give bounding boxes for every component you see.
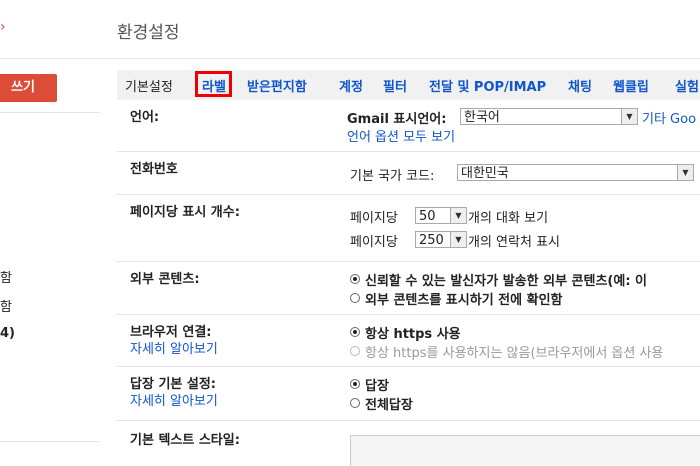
https-not-always-radio[interactable] <box>350 346 360 356</box>
tab-general[interactable]: 기본설정 <box>125 76 173 95</box>
text-style-toolbar <box>350 435 700 466</box>
conversations-per-page-select[interactable]: 50 ▼ <box>415 207 467 224</box>
external-content-always-radio[interactable] <box>350 274 360 284</box>
dropdown-arrow-icon: ▼ <box>677 165 693 180</box>
tab-accounts[interactable]: 계정 <box>339 76 363 95</box>
reply-all-radio[interactable] <box>350 398 360 408</box>
row-label: 외부 콘텐츠: <box>130 272 200 287</box>
setting-row-browser-connection: 브라우저 연결: 자세히 알아보기 항상 https 사용 항상 https를 … <box>117 315 700 367</box>
tab-webclips[interactable]: 웹클립 <box>613 76 649 95</box>
dropdown-arrow-icon: ▼ <box>450 208 466 223</box>
logo-fragment: › <box>0 19 6 35</box>
header-divider <box>0 58 700 59</box>
conversations-suffix: 개의 대화 보기 <box>468 211 549 226</box>
tab-filters[interactable]: 필터 <box>383 76 407 95</box>
setting-row-language: 언어: Gmail 표시언어: 한국어 ▼ 기타 Goo 언어 옵션 모두 보기 <box>117 100 700 152</box>
tab-labels[interactable]: 라벨 <box>202 76 226 95</box>
tab-chat[interactable]: 채팅 <box>568 76 592 95</box>
sidebar-divider <box>0 441 100 442</box>
https-always-radio[interactable] <box>350 327 360 337</box>
external-content-option2: 외부 콘텐츠를 표시하기 전에 확인함 <box>365 293 563 308</box>
reply-learn-more-link[interactable]: 자세히 알아보기 <box>130 390 218 409</box>
setting-row-phone: 전화번호 기본 국가 코드: 대한민국 ▼ <box>117 152 700 195</box>
compose-button[interactable]: 쓰기 <box>0 74 57 102</box>
language-select[interactable]: 한국어 ▼ <box>460 108 638 125</box>
tab-labs[interactable]: 실험 <box>675 76 699 95</box>
setting-row-page-size: 페이지당 표시 개수: 페이지당 50 ▼ 개의 대화 보기 페이지당 250 … <box>117 195 700 262</box>
settings-tabs: 기본설정 라벨 받은편지함 계정 필터 전달 및 POP/IMAP 채팅 웹클립… <box>117 70 700 100</box>
country-code-label: 기본 국가 코드: <box>350 169 435 184</box>
row-label: 기본 텍스트 스타일: <box>130 433 240 448</box>
all-language-options-link[interactable]: 언어 옵션 모두 보기 <box>347 126 455 145</box>
browser-connection-learn-more-link[interactable]: 자세히 알아보기 <box>130 338 218 357</box>
reply-option1: 답장 <box>365 379 389 394</box>
sidebar-item[interactable]: 함 <box>0 296 30 315</box>
gmail-language-label: Gmail 표시언어: <box>347 112 447 127</box>
page-size-prefix: 페이지당 <box>350 211 398 226</box>
contacts-suffix: 개의 연락처 표시 <box>468 235 560 250</box>
tab-inbox[interactable]: 받은편지함 <box>247 76 307 95</box>
sidebar-item[interactable]: 4) <box>0 326 30 341</box>
https-option1: 항상 https 사용 <box>365 327 461 342</box>
reply-option2: 전체답장 <box>365 398 413 413</box>
conversations-value: 50 <box>419 209 436 224</box>
country-select-value: 대한민국 <box>461 166 509 181</box>
dropdown-arrow-icon: ▼ <box>621 109 637 124</box>
setting-row-external-content: 외부 콘텐츠: 신뢰할 수 있는 발신자가 발송한 외부 콘텐츠(예: 이 외부… <box>117 262 700 315</box>
tab-forwarding[interactable]: 전달 및 POP/IMAP <box>429 76 546 95</box>
sidebar-divider <box>0 112 100 113</box>
page-size-prefix: 페이지당 <box>350 235 398 250</box>
contacts-per-page-select[interactable]: 250 ▼ <box>415 231 467 248</box>
setting-row-reply-default: 답장 기본 설정: 자세히 알아보기 답장 전체답장 <box>117 367 700 421</box>
row-label: 언어: <box>130 110 160 125</box>
other-languages-link[interactable]: 기타 Goo <box>642 108 696 127</box>
setting-row-text-style: 기본 텍스트 스타일: <box>117 421 700 466</box>
external-content-option1: 신뢰할 수 있는 발신자가 발송한 외부 콘텐츠(예: 이 <box>365 274 648 289</box>
sidebar-item[interactable]: 함 <box>0 267 30 286</box>
dropdown-arrow-icon: ▼ <box>450 232 466 247</box>
row-label: 전화번호 <box>130 162 178 177</box>
external-content-ask-radio[interactable] <box>350 293 360 303</box>
language-select-value: 한국어 <box>464 110 500 125</box>
row-label: 페이지당 표시 개수: <box>130 205 240 220</box>
https-option2: 항상 https를 사용하지는 않음(브라우저에서 옵션 사용 <box>365 346 664 361</box>
country-code-select[interactable]: 대한민국 ▼ <box>457 164 694 181</box>
page-title: 환경설정 <box>117 23 180 43</box>
reply-radio[interactable] <box>350 379 360 389</box>
contacts-value: 250 <box>419 233 444 248</box>
